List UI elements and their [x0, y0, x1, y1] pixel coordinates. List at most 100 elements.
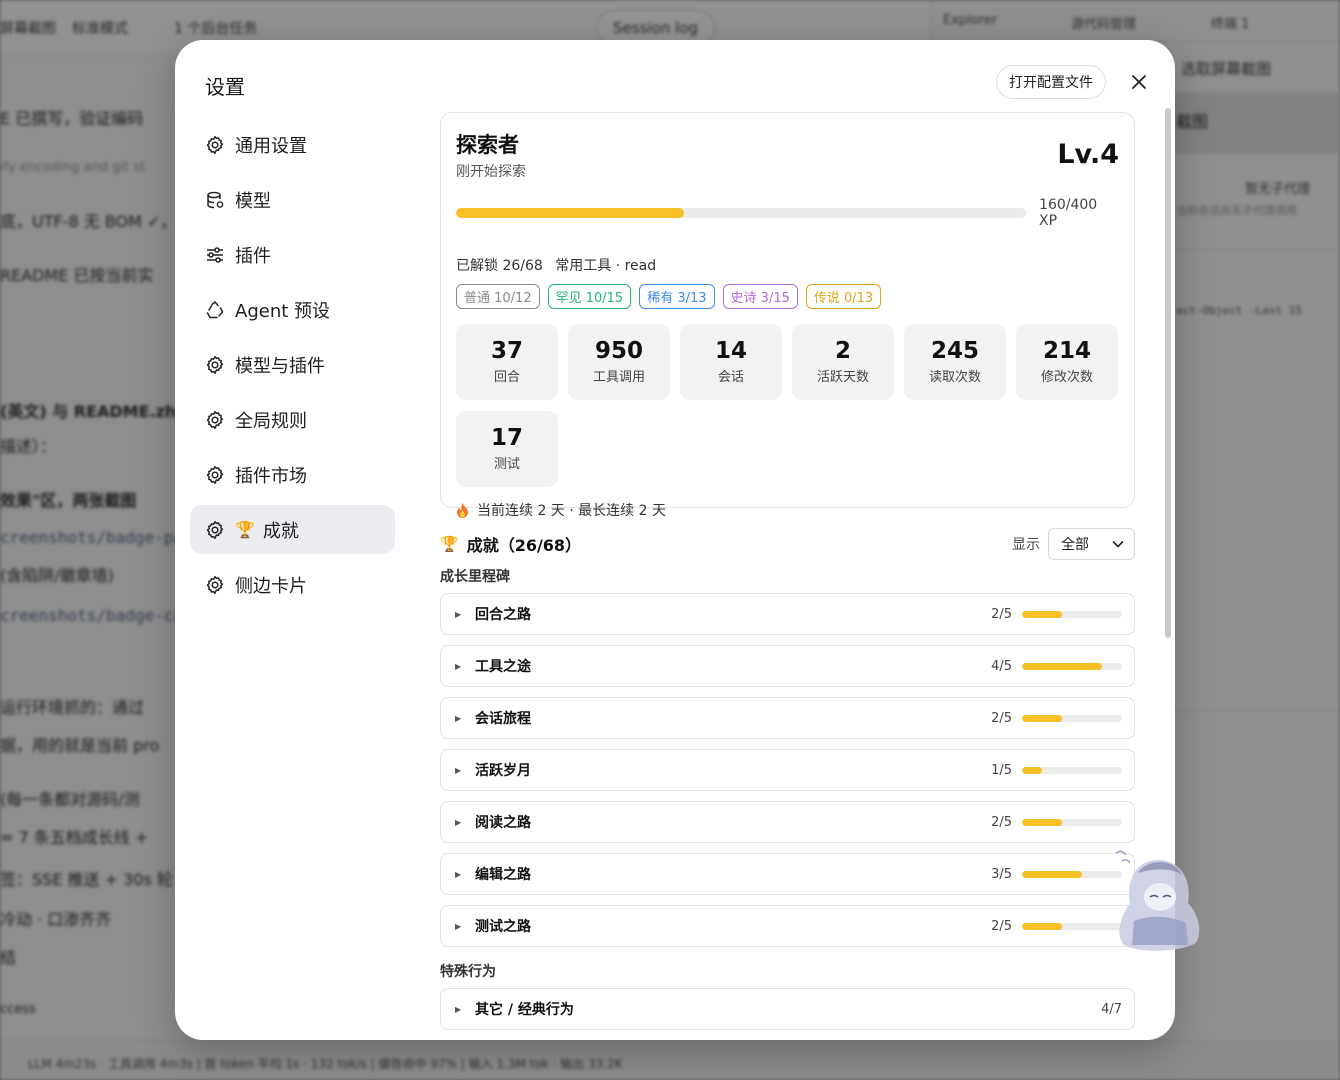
nav-item-global-rules[interactable]: 全局规则 [190, 395, 395, 444]
close-icon[interactable] [1125, 68, 1153, 96]
achievement-count: 2/5 [991, 710, 1012, 726]
achievement-name: 回合之路 [475, 607, 531, 623]
stat-label: 工具调用 [592, 370, 645, 386]
achievement-progress-fill [1022, 818, 1062, 826]
nav-label: 全局规则 [235, 410, 307, 432]
stat-label: 读取次数 [928, 370, 981, 386]
rank-subtitle: 刚开始探索 [456, 164, 526, 180]
caret-right-icon: ▶ [455, 869, 462, 879]
achievement-name: 工具之途 [475, 659, 531, 675]
nav-item-models[interactable]: 模型 [190, 175, 395, 224]
achievement-progress-bar [1022, 714, 1122, 722]
gear-icon [205, 355, 225, 375]
recycle-icon [205, 300, 225, 320]
achievement-count: 4/5 [991, 658, 1012, 674]
achievement-progress-bar [1022, 766, 1122, 774]
achievements-title: 🏆 成就（26/68） [440, 532, 581, 556]
nav-item-plugin-market[interactable]: 插件市场 [190, 450, 395, 499]
nav-item-general[interactable]: 通用设置 [190, 120, 395, 169]
nav-label: Agent 预设 [235, 300, 331, 322]
common-tool: 常用工具 · read [555, 258, 657, 274]
settings-nav: 通用设置 模型 插件 Agent 预设 模型与插件 全局规则 插件市场 🏆 成就… [190, 120, 395, 615]
rarity-tag-epic: 史诗 3/15 [722, 284, 798, 309]
stat-value: 37 [490, 337, 523, 364]
achievement-progress-fill [1022, 610, 1062, 618]
caret-right-icon: ▶ [455, 1004, 462, 1014]
achievement-row[interactable]: ▶ 回合之路 2/5 [440, 593, 1135, 635]
scrollbar[interactable] [1165, 108, 1171, 638]
achievement-count: 1/5 [991, 762, 1012, 778]
achievement-name: 其它 / 经典行为 [475, 1002, 574, 1018]
achievement-name: 阅读之路 [475, 815, 531, 831]
achievement-count: 2/5 [991, 606, 1012, 622]
achievement-row[interactable]: ▶ 阅读之路 2/5 [440, 801, 1135, 843]
caret-right-icon: ▶ [455, 921, 462, 931]
stat-card: 37 回合 [456, 324, 558, 400]
stat-label: 修改次数 [1040, 370, 1093, 386]
gear-icon [205, 410, 225, 430]
nav-item-agent-presets[interactable]: Agent 预设 [190, 285, 395, 334]
stat-value: 2 [834, 337, 851, 364]
xp-progress-bar [456, 208, 1027, 218]
achievement-progress-fill [1022, 662, 1102, 670]
gear-icon [205, 575, 225, 595]
achievement-row[interactable]: ▶ 测试之路 2/5 [440, 905, 1135, 947]
stat-card: 2 活跃天数 [792, 324, 894, 400]
stat-label: 回合 [493, 370, 520, 386]
rank-name: 探索者 [456, 133, 519, 157]
achievement-progress-bar [1022, 870, 1122, 878]
trophy-icon: 🏆 [440, 535, 459, 553]
xp-progress-fill [456, 208, 685, 218]
stat-card: 214 修改次数 [1016, 324, 1118, 400]
nav-label: 成就 [262, 520, 299, 542]
stat-label: 会话 [717, 370, 744, 386]
achievements-header: 🏆 成就（26/68） 显示 全部 [440, 528, 1135, 560]
achievement-name: 会话旅程 [475, 711, 531, 727]
open-config-button[interactable]: 打开配置文件 [996, 65, 1106, 99]
achievement-count: 2/5 [991, 918, 1012, 934]
stat-value: 245 [930, 337, 979, 364]
achievement-name: 测试之路 [475, 919, 531, 935]
milestones-list: ▶ 回合之路 2/5 ▶ 工具之途 4/5 ▶ 会话旅程 2/5 ▶ 活跃岁月 1/5 ▶ 阅读之… [440, 593, 1135, 947]
xp-text: 160/400 XP [1039, 197, 1098, 229]
level-badge: Lv.4 [1057, 139, 1119, 170]
achievement-row[interactable]: ▶ 会话旅程 2/5 [440, 697, 1135, 739]
filter-control: 显示 全部 [1012, 528, 1135, 560]
achievement-row[interactable]: ▶ 其它 / 经典行为 4/7 [440, 988, 1135, 1030]
caret-right-icon: ▶ [455, 765, 462, 775]
streak-text: 当前连续 2 天 · 最长连续 2 天 [477, 503, 666, 519]
xp-row: 160/400 XP [456, 197, 1119, 229]
stat-label: 测试 [493, 457, 520, 473]
nav-label: 侧边卡片 [235, 575, 307, 597]
special-title: 特殊行为 [440, 964, 496, 980]
stat-value: 14 [714, 337, 747, 364]
trophy-icon: 🏆 [235, 520, 255, 539]
nav-item-achievements[interactable]: 🏆 成就 [190, 505, 395, 554]
database-icon [205, 190, 225, 210]
achievement-row[interactable]: ▶ 编辑之路 3/5 [440, 853, 1135, 895]
nav-item-side-cards[interactable]: 侧边卡片 [190, 560, 395, 609]
fire-icon [456, 502, 469, 518]
achievements-title-text: 成就（26/68） [466, 536, 582, 555]
filter-select[interactable]: 全部 [1048, 528, 1135, 560]
unlocked-count: 已解锁 26/68 [456, 258, 543, 274]
stat-card: 950 工具调用 [568, 324, 670, 400]
caret-right-icon: ▶ [455, 661, 462, 671]
achievement-progress-bar [1022, 922, 1122, 930]
achievements-content: 探索者 刚开始探索 Lv.4 160/400 XP 已解锁 26/68 常用工具… [440, 112, 1135, 1040]
achievement-progress-fill [1022, 714, 1062, 722]
achievement-count: 2/5 [991, 814, 1012, 830]
achievement-row[interactable]: ▶ 工具之途 4/5 [440, 645, 1135, 687]
mascot-sprite[interactable] [1108, 845, 1208, 955]
achievement-progress-fill [1022, 870, 1082, 878]
nav-label: 插件市场 [235, 465, 307, 487]
nav-label: 模型与插件 [235, 355, 325, 377]
achievement-progress-bar [1022, 662, 1122, 670]
gear-icon [205, 465, 225, 485]
caret-right-icon: ▶ [455, 713, 462, 723]
nav-item-models-and-plugins[interactable]: 模型与插件 [190, 340, 395, 389]
nav-item-plugins[interactable]: 插件 [190, 230, 395, 279]
achievement-progress-bar [1022, 610, 1122, 618]
settings-modal: 设置 打开配置文件 通用设置 模型 插件 Agent 预设 模型与插件 全局规则 [175, 40, 1175, 1040]
achievement-row[interactable]: ▶ 活跃岁月 1/5 [440, 749, 1135, 791]
